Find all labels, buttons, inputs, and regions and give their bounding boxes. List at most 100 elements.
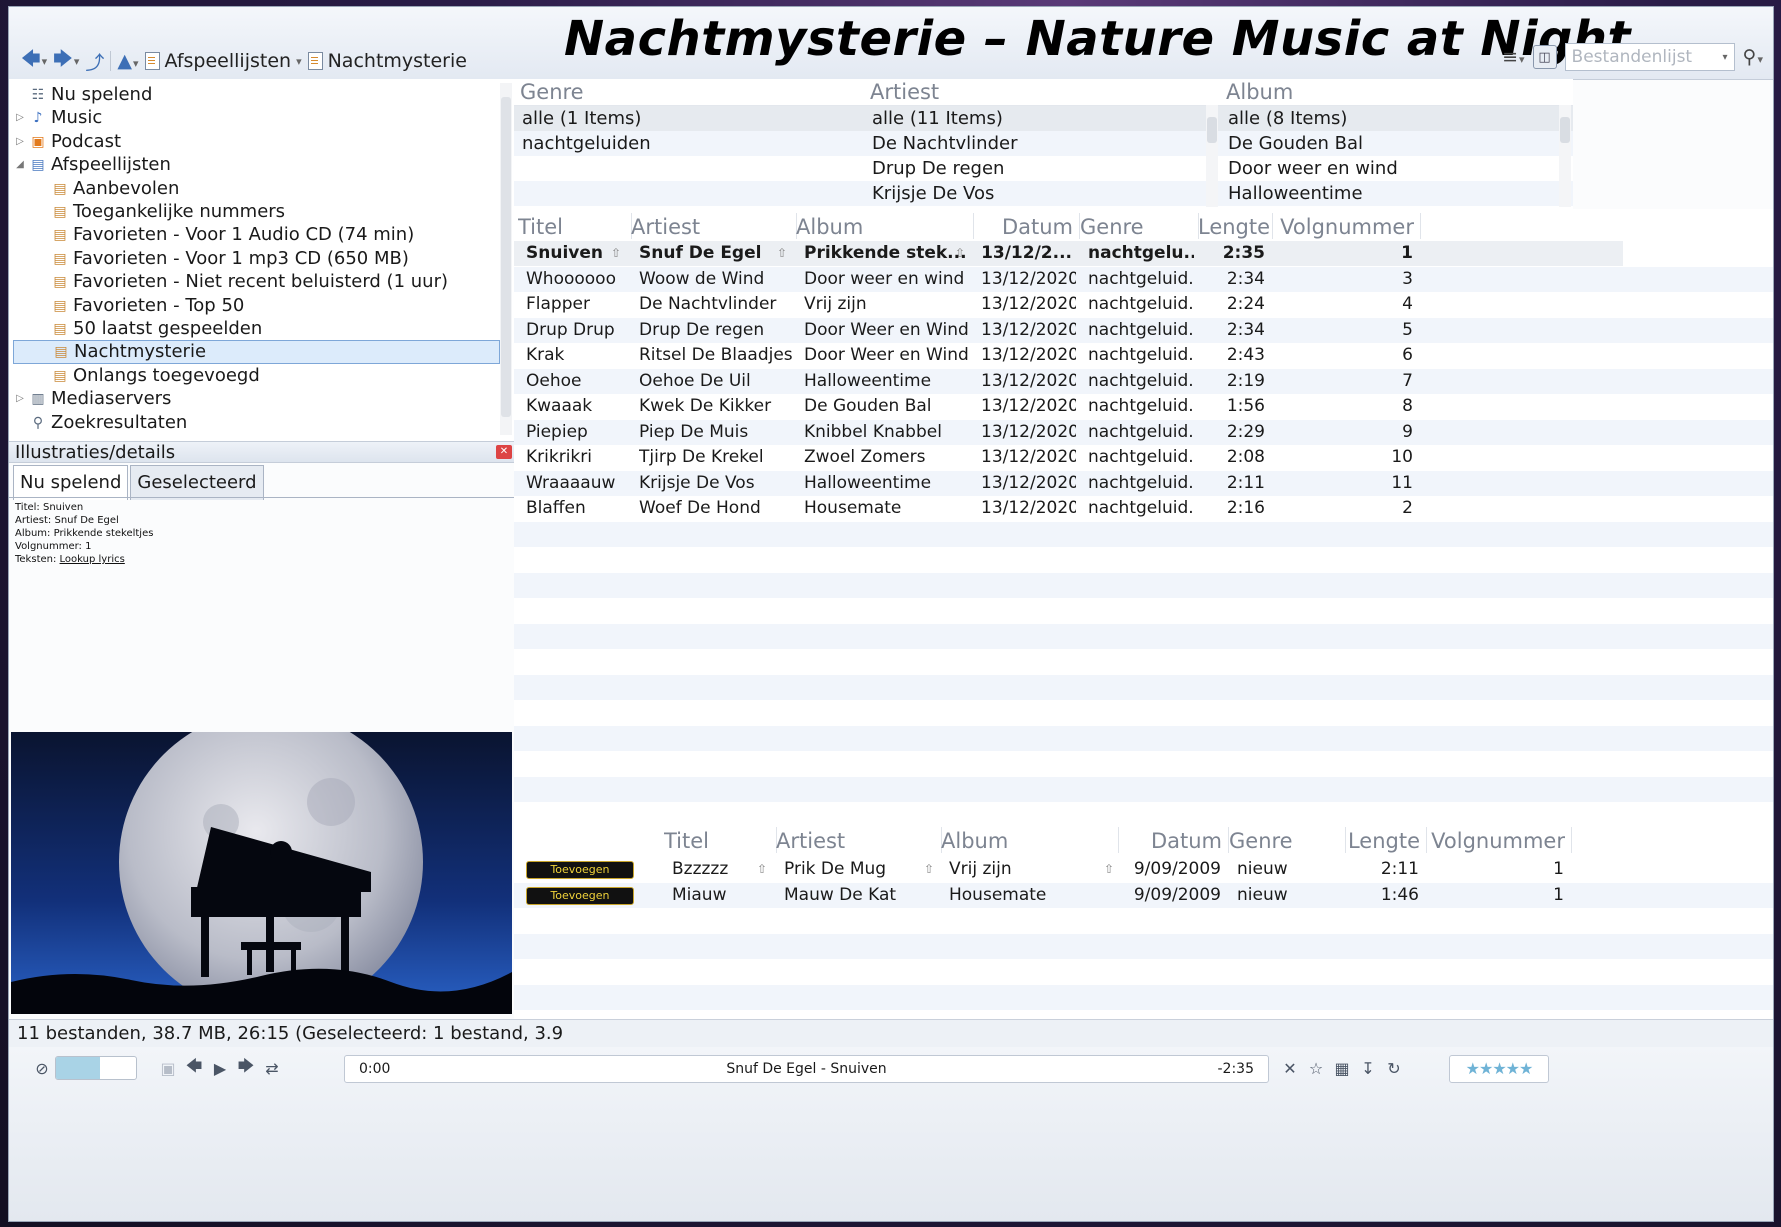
tab-now-playing[interactable]: Nu spelend bbox=[13, 465, 129, 500]
tree-item[interactable]: ▤ Onlangs toegevoegd bbox=[53, 364, 259, 388]
tree-item[interactable]: ☷ Nu spelend bbox=[15, 83, 153, 107]
column-header-genre[interactable]: Genre bbox=[1080, 213, 1199, 239]
column-header-genre[interactable]: Genre bbox=[1229, 827, 1346, 853]
album-filter-item[interactable]: Door weer en wind bbox=[1220, 156, 1573, 181]
tree-item[interactable]: ⚲ Zoekresultaten bbox=[15, 411, 187, 435]
table-row[interactable]: Wraaaauw Krijsje De Vos Halloweentime 13/12… bbox=[514, 470, 1773, 496]
volume-slider[interactable] bbox=[55, 1056, 137, 1080]
table-row[interactable]: Blaffen Woef De Hond Housemate 13/12/2020 na… bbox=[514, 496, 1773, 521]
pin-icon[interactable]: ⇧ bbox=[924, 857, 934, 882]
column-header-artist[interactable]: Artiest bbox=[631, 213, 797, 239]
seek-bar[interactable]: 0:00 Snuf De Egel - Snuiven -2:35 bbox=[344, 1055, 1269, 1083]
artist-filter-scrollbar[interactable] bbox=[1206, 105, 1218, 207]
genre-filter-item[interactable]: alle (1 Items) bbox=[514, 106, 864, 131]
album-filter-scrollbar[interactable] bbox=[1559, 105, 1571, 207]
genre-filter-header[interactable]: Genre bbox=[514, 79, 864, 106]
column-header-artist[interactable]: Artiest bbox=[776, 827, 942, 853]
stop-icon[interactable]: ▣ bbox=[155, 1056, 181, 1080]
column-header-track[interactable]: Volgnummer bbox=[1273, 213, 1421, 239]
tree-scrollbar[interactable] bbox=[500, 83, 512, 435]
tree-item[interactable]: ▷ ▥ Mediaservers bbox=[15, 387, 171, 411]
tree-item[interactable]: ▤ Aanbevolen bbox=[53, 177, 179, 201]
tree-item[interactable]: ▤ Toegankelijke nummers bbox=[53, 200, 285, 224]
table-row[interactable]: Krak Ritsel De Blaadjes Door Weer en Wind 1… bbox=[514, 343, 1773, 368]
tree-item[interactable]: ▤ Favorieten - Niet recent beluisterd (1 … bbox=[53, 270, 448, 294]
star-icon[interactable]: ☆ bbox=[1303, 1056, 1329, 1080]
pin-icon[interactable]: ⇧ bbox=[611, 241, 621, 266]
repeat-icon[interactable]: ⇄ bbox=[259, 1056, 285, 1080]
add-button[interactable]: Toevoegen bbox=[526, 886, 634, 905]
expander-icon[interactable]: ▷ bbox=[15, 387, 25, 411]
tree-item[interactable]: ▤ Favorieten - Top 50 bbox=[53, 294, 244, 318]
previous-track-icon[interactable]: 🡄 bbox=[181, 1056, 207, 1080]
equalizer-icon[interactable]: ▦ bbox=[1329, 1056, 1355, 1080]
mute-icon[interactable]: ⊘ bbox=[29, 1056, 55, 1080]
table-row[interactable]: Miauw Mauw De Kat Housemate 9/09/2009 nieuw 1… bbox=[514, 882, 1773, 908]
artist-filter-item[interactable]: alle (11 Items) bbox=[864, 106, 1220, 131]
back-arrow-icon[interactable]: 🡄▾ bbox=[21, 45, 47, 77]
artist-filter[interactable]: Artiest alle (11 Items) De Nachtvlinder … bbox=[864, 79, 1221, 209]
artist-filter-item[interactable]: Krijsje De Vos bbox=[864, 181, 1220, 206]
play-icon[interactable]: ▶ bbox=[207, 1056, 233, 1080]
tree-item[interactable]: ▤ 50 laatst gespeelden bbox=[53, 317, 262, 341]
table-row[interactable]: Kwaaak Kwek De Kikker De Gouden Bal 13/12/2… bbox=[514, 394, 1773, 419]
table-row[interactable]: Flapper De Nachtvlinder Vrij zijn 13/12/202… bbox=[514, 292, 1773, 317]
download-icon[interactable]: ↧ bbox=[1355, 1056, 1381, 1080]
refresh-icon[interactable]: ↻ bbox=[1381, 1056, 1407, 1080]
column-header-track[interactable]: Volgnummer bbox=[1427, 827, 1572, 853]
search-icon[interactable]: ⚲▾ bbox=[1743, 46, 1763, 68]
pin-icon[interactable]: ⇧ bbox=[1104, 857, 1114, 882]
column-header-date[interactable]: Datum bbox=[973, 213, 1080, 239]
pin-icon[interactable]: ⇧ bbox=[955, 241, 965, 266]
scrollbar-thumb[interactable] bbox=[1207, 117, 1217, 143]
table-row[interactable]: Piepiep Piep De Muis Knibbel Knabbel 13/12/… bbox=[514, 419, 1773, 445]
table-row[interactable]: Drup Drup Drup De regen Door Weer en Wind 1… bbox=[514, 317, 1773, 343]
table-row[interactable]: Krikrikri Tjirp De Krekel Zwoel Zomers 13/1… bbox=[514, 445, 1773, 470]
album-filter-item[interactable]: alle (8 Items) bbox=[1220, 106, 1573, 131]
artist-filter-item[interactable]: Drup De regen bbox=[864, 156, 1220, 181]
shuffle-off-icon[interactable]: ✕ bbox=[1277, 1056, 1303, 1080]
up-level-icon[interactable]: ⤴ bbox=[85, 48, 104, 75]
artist-filter-item[interactable]: De Nachtvlinder bbox=[864, 131, 1220, 156]
album-filter-item[interactable]: Halloweentime bbox=[1220, 181, 1573, 206]
genre-filter[interactable]: Genre alle (1 Items) nachtgeluiden bbox=[514, 79, 865, 209]
column-header-album[interactable]: Album bbox=[796, 213, 974, 239]
column-header-album[interactable]: Album bbox=[941, 827, 1119, 853]
list-menu-icon[interactable]: ≡▾ bbox=[1502, 46, 1524, 68]
table-row[interactable]: Whoooooo Woow de Wind Door weer en wind 13/… bbox=[514, 266, 1773, 292]
tree-item[interactable]: ▤ Favorieten - Voor 1 Audio CD (74 min) bbox=[53, 223, 414, 247]
chevron-down-icon[interactable]: ▾ bbox=[296, 55, 302, 68]
library-icon[interactable]: ▲▾ bbox=[117, 50, 138, 72]
tree-item[interactable]: ▷ ♪ Music bbox=[15, 106, 102, 130]
breadcrumb-current[interactable]: Nachtmysterie bbox=[307, 50, 467, 72]
column-view-icon[interactable]: ◫ bbox=[1532, 45, 1557, 69]
tree-item[interactable]: ◢ ▤ Afspeellijsten bbox=[15, 153, 171, 177]
scrollbar-thumb[interactable] bbox=[501, 97, 511, 417]
rating-stars[interactable]: ★★★★★ bbox=[1449, 1055, 1549, 1083]
tree-item[interactable]: ▤ Favorieten - Voor 1 mp3 CD (650 MB) bbox=[53, 247, 409, 271]
breadcrumb-playlists[interactable]: Afspeellijsten ▾ bbox=[144, 50, 302, 72]
view-selector[interactable]: Bestandenlijst ▾ bbox=[1564, 43, 1735, 71]
album-filter-item[interactable]: De Gouden Bal bbox=[1220, 131, 1573, 156]
tree-item[interactable]: ▷ ▣ Podcast bbox=[15, 130, 121, 154]
column-header-length[interactable]: Lengte bbox=[1345, 827, 1427, 853]
add-button[interactable]: Toevoegen bbox=[526, 861, 634, 879]
expander-icon[interactable]: ▷ bbox=[15, 106, 25, 130]
column-header-title[interactable]: Titel bbox=[664, 827, 777, 853]
expander-icon[interactable]: ▷ bbox=[15, 130, 25, 154]
genre-filter-item[interactable]: nachtgeluiden bbox=[514, 131, 864, 156]
pin-icon[interactable]: ⇧ bbox=[777, 241, 787, 266]
artist-filter-header[interactable]: Artiest bbox=[864, 79, 1220, 106]
chevron-down-icon[interactable]: ▾ bbox=[1723, 52, 1728, 63]
album-filter[interactable]: Album alle (8 Items) De Gouden Bal Door … bbox=[1220, 79, 1573, 209]
column-header-length[interactable]: Lengte bbox=[1198, 213, 1273, 239]
expander-icon[interactable]: ◢ bbox=[15, 153, 25, 177]
scrollbar-thumb[interactable] bbox=[1560, 117, 1570, 143]
pin-icon[interactable]: ⇧ bbox=[757, 857, 767, 882]
album-filter-header[interactable]: Album bbox=[1220, 79, 1573, 106]
tab-selected[interactable]: Geselecteerd bbox=[130, 465, 264, 500]
table-row[interactable]: Snuiven Snuf De Egel Prikkende stek... 13/1… bbox=[514, 241, 1623, 266]
column-header-title[interactable]: Titel bbox=[518, 213, 632, 239]
forward-arrow-icon[interactable]: 🡆▾ bbox=[53, 45, 79, 77]
column-header-date[interactable]: Datum bbox=[1118, 827, 1229, 853]
